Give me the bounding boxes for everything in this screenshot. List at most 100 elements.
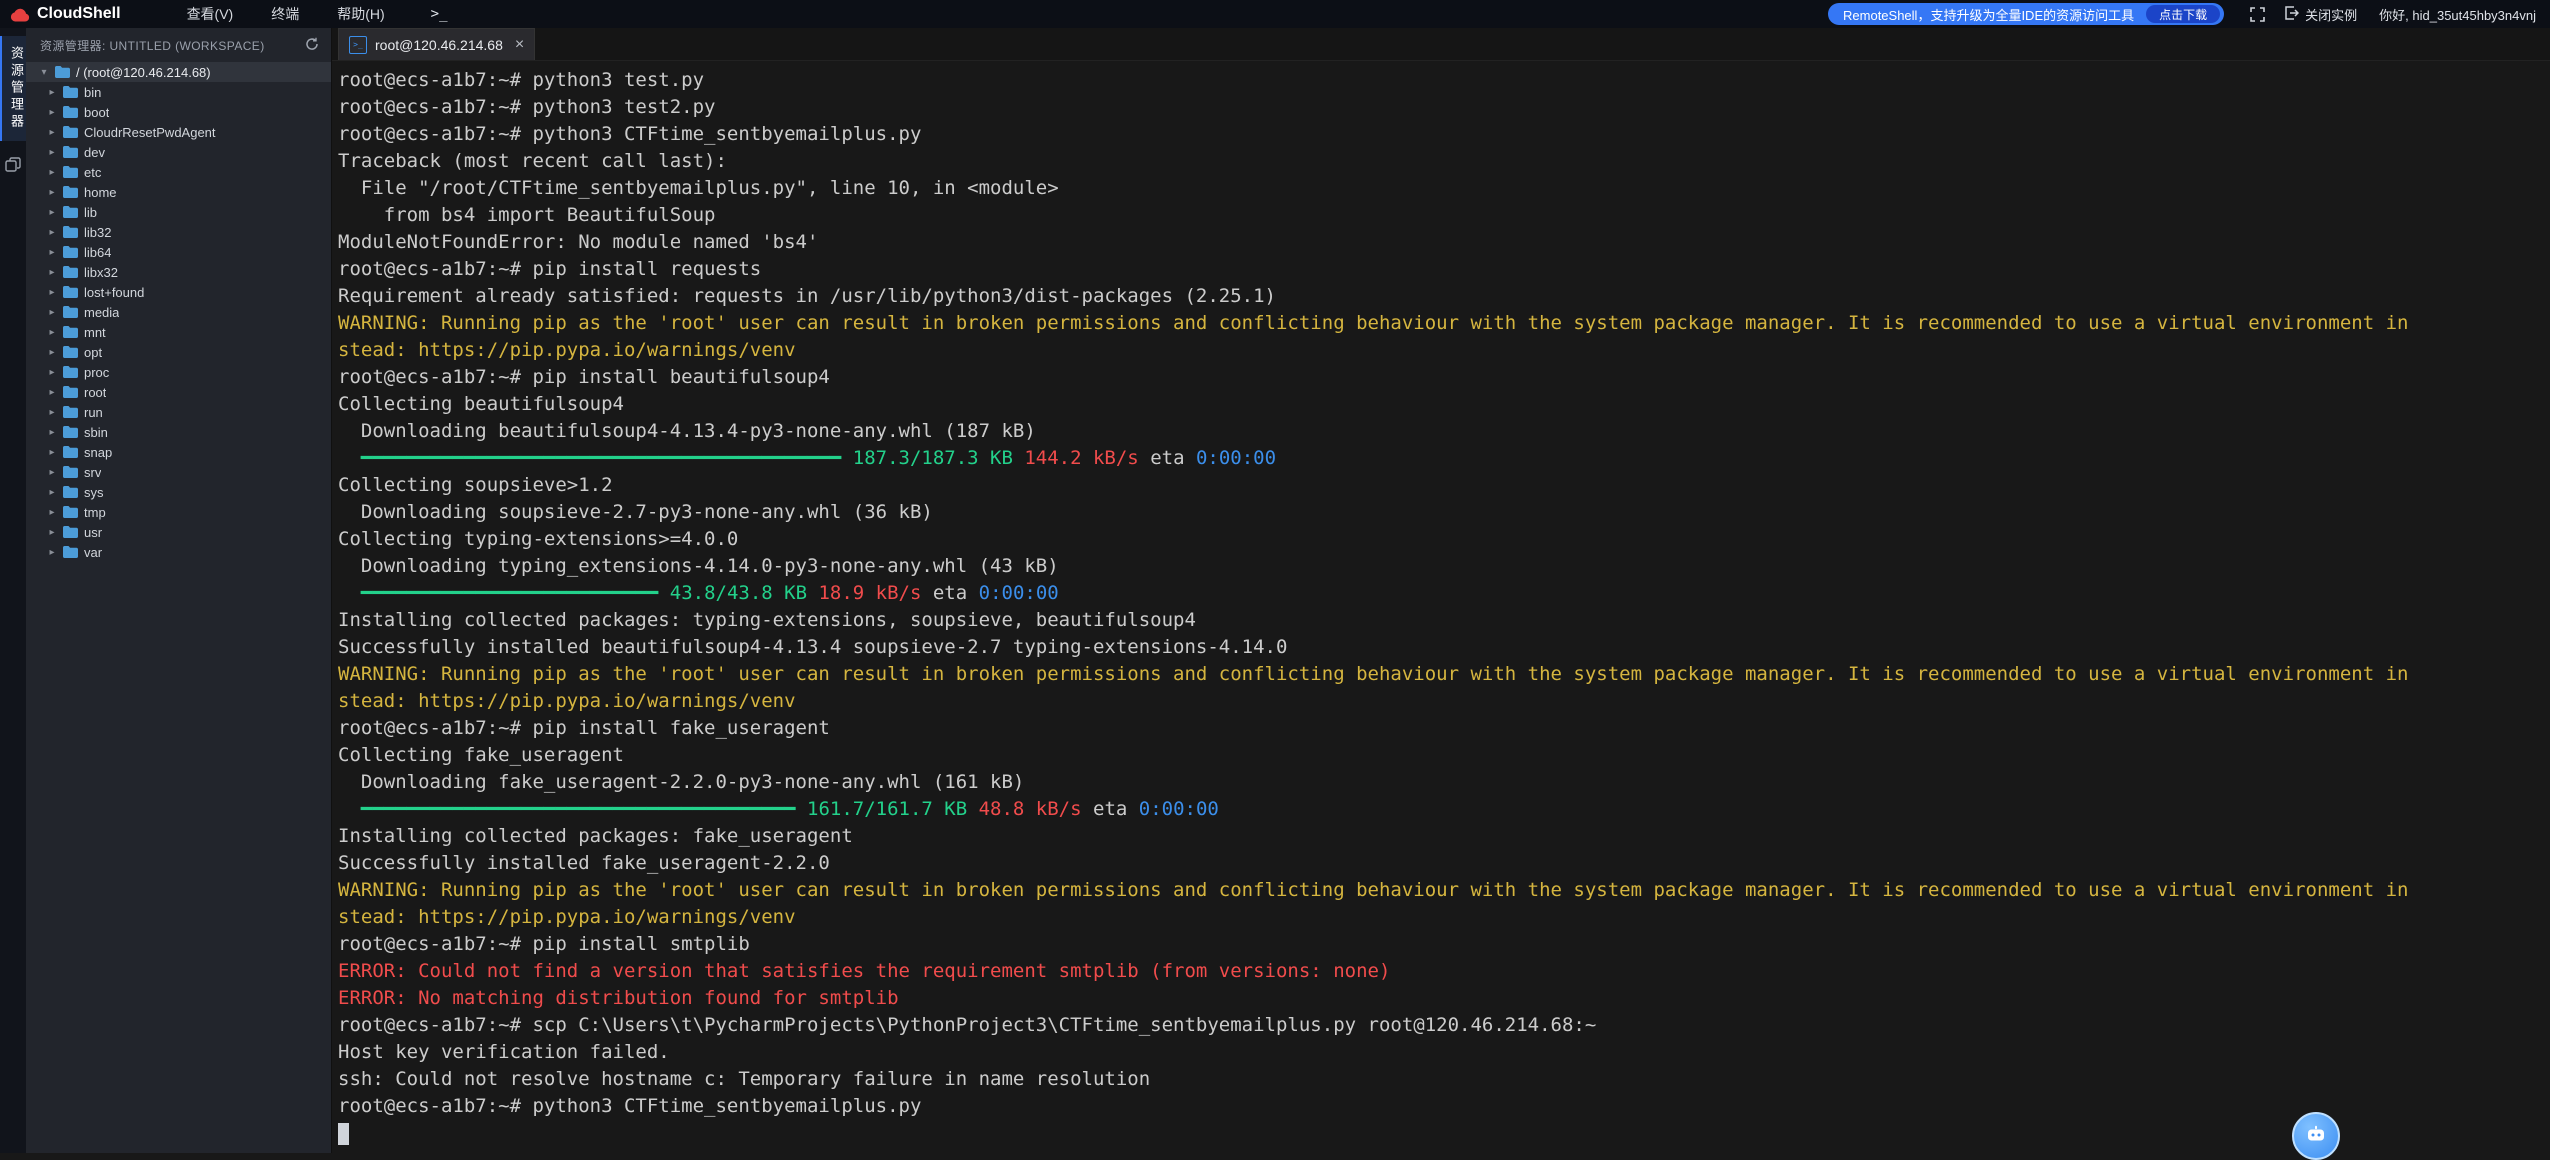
menu-help[interactable]: 帮助(H): [337, 4, 384, 24]
tree-item-label: etc: [84, 165, 101, 180]
top-bar: CloudShell 查看(V) 终端 帮助(H) >_ RemoteShell…: [0, 0, 2550, 28]
tree-item-sbin[interactable]: ▸sbin: [26, 422, 331, 442]
tree-item-label: mnt: [84, 325, 106, 340]
folder-icon: [63, 506, 78, 518]
tree-item-libx32[interactable]: ▸libx32: [26, 262, 331, 282]
tree-item-label: lib64: [84, 245, 111, 260]
refresh-icon[interactable]: [305, 37, 319, 54]
chevron-right-icon: ▸: [47, 367, 57, 378]
panels-icon[interactable]: [5, 157, 21, 173]
cloudshell-logo-icon: [10, 7, 30, 22]
tab-terminal[interactable]: >_ root@120.46.214.68 ×: [338, 28, 535, 60]
terminal-line: root@ecs-a1b7:~# pip install smtplib: [338, 931, 2542, 958]
new-terminal-icon[interactable]: >_: [431, 6, 448, 22]
tree-item-sys[interactable]: ▸sys: [26, 482, 331, 502]
tree-item-label: bin: [84, 85, 101, 100]
tree-item-tmp[interactable]: ▸tmp: [26, 502, 331, 522]
main-area: >_ root@120.46.214.68 × root@ecs-a1b7:~#…: [332, 28, 2550, 1153]
chevron-right-icon: ▸: [47, 447, 57, 458]
terminal-line: Downloading soupsieve-2.7-py3-none-any.w…: [338, 499, 2542, 526]
tree-item-lib32[interactable]: ▸lib32: [26, 222, 331, 242]
tree-item-opt[interactable]: ▸ opt: [26, 342, 331, 362]
tree-item-lost+found[interactable]: ▸lost+found: [26, 282, 331, 302]
folder-icon: [63, 166, 78, 178]
folder-icon: [63, 246, 78, 258]
tree-children: ▸bin▸boot▸CloudrResetPwdAgent▸dev▸etc▸ho…: [26, 82, 331, 562]
tree-item-dev[interactable]: ▸dev: [26, 142, 331, 162]
app-title: CloudShell: [37, 5, 121, 23]
chevron-right-icon: ▸: [47, 267, 57, 278]
chevron-right-icon: ▸: [47, 467, 57, 478]
tree-item-label: lib: [84, 205, 97, 220]
file-tree: ▾ / (root@120.46.214.68) ▸bin▸boot▸Cloud…: [26, 62, 331, 562]
chevron-right-icon: ▸: [47, 387, 57, 398]
activity-bar: 资源管理器: [0, 28, 26, 1153]
menu-view[interactable]: 查看(V): [187, 4, 234, 24]
tree-item-CloudrResetPwdAgent[interactable]: ▸CloudrResetPwdAgent: [26, 122, 331, 142]
menu-terminal[interactable]: 终端: [271, 4, 299, 24]
terminal-line: File "/root/CTFtime_sentbyemailplus.py",…: [338, 175, 2542, 202]
folder-icon: [55, 66, 70, 78]
terminal-tab-icon: >_: [349, 36, 367, 54]
chevron-right-icon: ▸: [47, 547, 57, 558]
tree-item-mnt[interactable]: ▸ mnt: [26, 322, 331, 342]
close-tab-icon[interactable]: ×: [515, 37, 524, 53]
chevron-down-icon: ▾: [39, 67, 49, 78]
explorer-panel: 资源管理器: UNTITLED (WORKSPACE) ▾ / (root@12…: [26, 28, 332, 1153]
user-greeting: 你好, hid_35ut45hby3n4vnj: [2379, 5, 2536, 24]
tree-item-lib[interactable]: ▸lib: [26, 202, 331, 222]
tree-item-snap[interactable]: ▸snap: [26, 442, 331, 462]
folder-icon: [63, 326, 78, 338]
tree-item-boot[interactable]: ▸boot: [26, 102, 331, 122]
chevron-right-icon: ▸: [47, 427, 57, 438]
terminal-output[interactable]: root@ecs-a1b7:~# python3 test.pyroot@ecs…: [332, 61, 2550, 1153]
download-button[interactable]: 点击下载: [2146, 5, 2220, 23]
remoteshell-promo-banner[interactable]: RemoteShell，支持升级为全量IDE的资源访问工具 点击下载: [1828, 3, 2224, 25]
tree-item-label: tmp: [84, 505, 106, 520]
terminal-line: from bs4 import BeautifulSoup: [338, 202, 2542, 229]
terminal-line: ssh: Could not resolve hostname c: Tempo…: [338, 1066, 2542, 1093]
tree-item-etc[interactable]: ▸ etc: [26, 162, 331, 182]
folder-icon: [63, 366, 78, 378]
tree-item-media[interactable]: ▸media: [26, 302, 331, 322]
folder-icon: [63, 126, 78, 138]
terminal-line: root@ecs-a1b7:~# pip install beautifulso…: [338, 364, 2542, 391]
close-instance-button[interactable]: 关闭实例: [2285, 5, 2357, 24]
terminal-line: WARNING: Running pip as the 'root' user …: [338, 310, 2542, 337]
terminal-line: root@ecs-a1b7:~# python3 CTFtime_sentbye…: [338, 121, 2542, 148]
folder-icon: [63, 106, 78, 118]
terminal-line: Successfully installed fake_useragent-2.…: [338, 850, 2542, 877]
tree-item-root[interactable]: ▾ / (root@120.46.214.68): [26, 62, 331, 82]
tree-item-label: CloudrResetPwdAgent: [84, 125, 216, 140]
assistant-icon: [2305, 1123, 2327, 1150]
chevron-right-icon: ▸: [47, 187, 57, 198]
tree-item-lib64[interactable]: ▸lib64: [26, 242, 331, 262]
tree-item-home[interactable]: ▸home: [26, 182, 331, 202]
tree-item-label: opt: [84, 345, 102, 360]
folder-icon: [63, 346, 78, 358]
chevron-right-icon: ▸: [47, 167, 57, 178]
terminal-line: root@ecs-a1b7:~# pip install fake_userag…: [338, 715, 2542, 742]
tree-item-label: srv: [84, 465, 101, 480]
terminal-line: ━━━━━━━━━━━━━━━━━━━━━━━━━━━━━━━━━━━━━━ 1…: [338, 796, 2542, 823]
fullscreen-icon[interactable]: [2250, 7, 2265, 22]
terminal-line: [338, 1120, 2542, 1147]
tree-item-proc[interactable]: ▸proc: [26, 362, 331, 382]
folder-icon: [63, 426, 78, 438]
tree-item-usr[interactable]: ▸usr: [26, 522, 331, 542]
tree-item-run[interactable]: ▸run: [26, 402, 331, 422]
explorer-view-label[interactable]: 资源管理器: [0, 36, 26, 141]
chevron-right-icon: ▸: [47, 327, 57, 338]
chevron-right-icon: ▸: [47, 347, 57, 358]
tree-item-label: usr: [84, 525, 102, 540]
terminal-line: WARNING: Running pip as the 'root' user …: [338, 661, 2542, 688]
explorer-header: 资源管理器: UNTITLED (WORKSPACE): [40, 37, 265, 54]
terminal-line: Successfully installed beautifulsoup4-4.…: [338, 634, 2542, 661]
tree-item-bin[interactable]: ▸bin: [26, 82, 331, 102]
tree-item-var[interactable]: ▸var: [26, 542, 331, 562]
tree-item-label: media: [84, 305, 119, 320]
tree-item-srv[interactable]: ▸ srv: [26, 462, 331, 482]
folder-icon: [63, 446, 78, 458]
terminal-line: ERROR: No matching distribution found fo…: [338, 985, 2542, 1012]
tree-item-root[interactable]: ▸root: [26, 382, 331, 402]
